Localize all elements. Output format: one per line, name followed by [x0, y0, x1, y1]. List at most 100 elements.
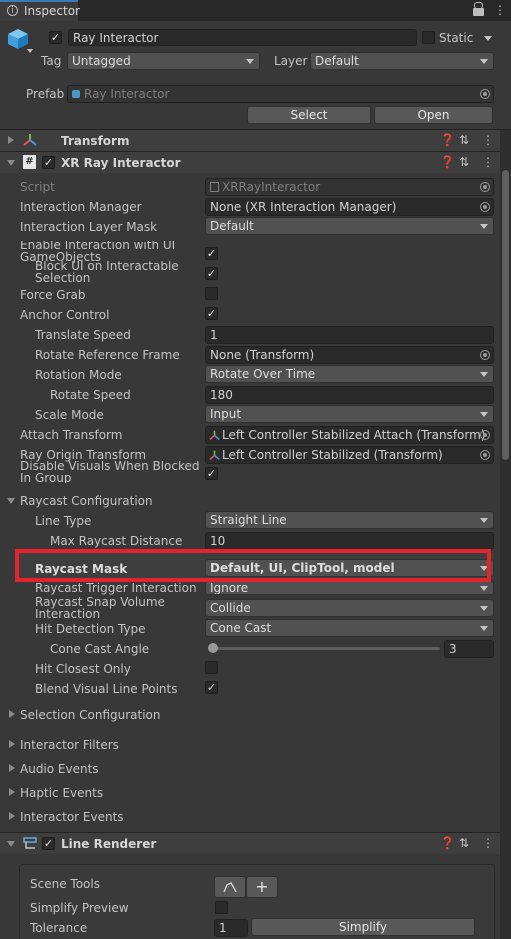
anchor-control-checkbox[interactable]: ✓ [205, 307, 218, 320]
cs-script-icon [210, 182, 219, 192]
max-distance-field[interactable]: 10 [205, 532, 494, 550]
component-menu-icon[interactable]: ⋮ [482, 133, 494, 147]
simplify-preview-checkbox[interactable] [215, 901, 228, 914]
collapse-arrow-icon[interactable] [7, 498, 15, 504]
chevron-down-icon [480, 586, 488, 591]
transform-icon [209, 450, 220, 461]
script-field: XRRayInteractor [205, 178, 494, 196]
attach-transform-value: Left Controller Stabilized Attach (Trans… [222, 428, 486, 442]
layer-dropdown[interactable]: Default [310, 52, 494, 70]
edit-points-button[interactable] [214, 876, 246, 898]
attach-transform-label: Attach Transform [20, 428, 123, 442]
line-renderer-header[interactable]: ✓ Line Renderer ❓ ⇅ ⋮ [0, 833, 500, 854]
scale-mode-value: Input [210, 407, 242, 421]
interaction-layer-mask-label: Interaction Layer Mask [20, 220, 158, 234]
rotate-ref-field[interactable]: None (Transform) [205, 346, 494, 364]
disable-visuals-checkbox[interactable]: ✓ [205, 467, 218, 480]
interaction-manager-field[interactable]: None (XR Interaction Manager) [205, 198, 494, 216]
rotation-mode-dropdown[interactable]: Rotate Over Time [205, 365, 494, 383]
tag-dropdown[interactable]: Untagged [67, 52, 260, 70]
expand-arrow-icon [8, 136, 14, 144]
select-button[interactable]: Select [247, 106, 371, 124]
scale-mode-dropdown[interactable]: Input [205, 405, 494, 423]
component-menu-icon[interactable]: ⋮ [482, 836, 494, 850]
expand-arrow-icon[interactable] [9, 740, 15, 748]
force-grab-checkbox[interactable] [205, 287, 218, 300]
blend-checkbox[interactable]: ✓ [205, 681, 218, 694]
raycast-config-foldout[interactable]: Raycast Configuration [20, 494, 153, 508]
add-points-button[interactable]: + [246, 876, 278, 898]
object-picker-icon[interactable] [480, 430, 490, 440]
object-picker-icon[interactable] [480, 450, 490, 460]
presets-icon[interactable]: ⇅ [459, 155, 469, 169]
translate-speed-field[interactable]: 1 [205, 326, 494, 344]
object-picker-icon[interactable] [480, 202, 490, 212]
trigger-dropdown[interactable]: Ignore [205, 581, 494, 595]
expand-arrow-icon[interactable] [9, 788, 15, 796]
collapse-arrow-icon [7, 160, 15, 166]
line-type-dropdown[interactable]: Straight Line [205, 511, 494, 529]
expand-arrow-icon[interactable] [9, 812, 15, 820]
static-dropdown-arrow[interactable] [484, 36, 492, 41]
tab-inspector[interactable]: i Inspector [0, 0, 80, 21]
block-ui-checkbox[interactable]: ✓ [205, 267, 218, 280]
simplify-button[interactable]: Simplify [251, 918, 475, 936]
attach-transform-field[interactable]: Left Controller Stabilized Attach (Trans… [205, 426, 494, 444]
enable-ui-checkbox[interactable]: ✓ [205, 247, 218, 260]
chevron-down-icon [480, 518, 488, 523]
ray-origin-label: Ray Origin Transform [20, 448, 147, 462]
edit-points-icon [223, 882, 237, 893]
selection-config-foldout[interactable]: Selection Configuration [20, 708, 161, 722]
hit-closest-checkbox[interactable] [205, 661, 218, 674]
interactor-events-foldout[interactable]: Interactor Events [20, 810, 124, 824]
rotate-ref-label: Rotate Reference Frame [35, 348, 180, 362]
cone-angle-slider[interactable] [208, 640, 440, 658]
help-icon[interactable]: ❓ [440, 155, 455, 169]
script-label: Script [20, 180, 55, 194]
rotate-speed-field[interactable]: 180 [205, 386, 494, 404]
presets-icon[interactable]: ⇅ [459, 836, 469, 850]
xr-ray-interactor-header[interactable]: # ✓ XR Ray Interactor ❓ ⇅ ⋮ [0, 152, 500, 173]
audio-events-foldout[interactable]: Audio Events [20, 762, 99, 776]
lr-enabled-checkbox[interactable]: ✓ [42, 837, 55, 850]
cone-angle-field[interactable]: 3 [444, 640, 494, 658]
scale-mode-label: Scale Mode [35, 408, 104, 422]
object-picker-icon[interactable] [480, 350, 490, 360]
expand-arrow-icon[interactable] [9, 710, 15, 718]
tab-menu-icon[interactable]: ⋮ [494, 3, 506, 17]
transform-header[interactable]: Transform ❓ ⇅ ⋮ [0, 130, 500, 151]
chevron-down-icon [480, 59, 488, 64]
expand-arrow-icon[interactable] [9, 764, 15, 772]
object-active-checkbox[interactable]: ✓ [49, 31, 62, 44]
enable-ui-label: Enable Interaction with UI GameObjects [20, 241, 176, 263]
component-menu-icon[interactable]: ⋮ [482, 155, 494, 169]
hit-closest-label: Hit Closest Only [35, 662, 131, 676]
chevron-down-icon [480, 372, 488, 377]
snap-label-box: Raycast Snap Volume Interaction [35, 596, 200, 620]
tolerance-field[interactable]: 1 [214, 919, 248, 937]
interactor-filters-foldout[interactable]: Interactor Filters [20, 738, 119, 752]
snap-dropdown[interactable]: Collide [205, 599, 494, 617]
xr-enabled-checkbox[interactable]: ✓ [42, 156, 55, 169]
prefab-label: Prefab [26, 87, 65, 101]
scrollbar-thumb[interactable] [502, 170, 509, 460]
script-icon: # [23, 155, 36, 169]
snap-value: Collide [210, 601, 251, 615]
object-name-field[interactable]: Ray Interactor [68, 29, 417, 46]
trigger-label: Raycast Trigger Interaction [35, 581, 197, 595]
ray-origin-field[interactable]: Left Controller Stabilized (Transform) [205, 446, 494, 464]
slider-thumb[interactable] [208, 643, 218, 653]
icon-dropdown-arrow[interactable] [27, 49, 33, 53]
collapse-arrow-icon [7, 841, 15, 847]
help-icon[interactable]: ❓ [440, 133, 455, 147]
presets-icon[interactable]: ⇅ [459, 133, 469, 147]
static-checkbox[interactable] [422, 31, 435, 44]
hit-type-dropdown[interactable]: Cone Cast [205, 619, 494, 637]
prefab-field[interactable]: Ray Interactor [67, 85, 494, 103]
object-picker-icon[interactable] [480, 89, 490, 99]
open-button[interactable]: Open [374, 106, 493, 124]
interaction-layer-mask-dropdown[interactable]: Default [205, 217, 494, 235]
transform-title: Transform [61, 134, 130, 148]
help-icon[interactable]: ❓ [440, 836, 455, 850]
haptic-events-foldout[interactable]: Haptic Events [20, 786, 103, 800]
